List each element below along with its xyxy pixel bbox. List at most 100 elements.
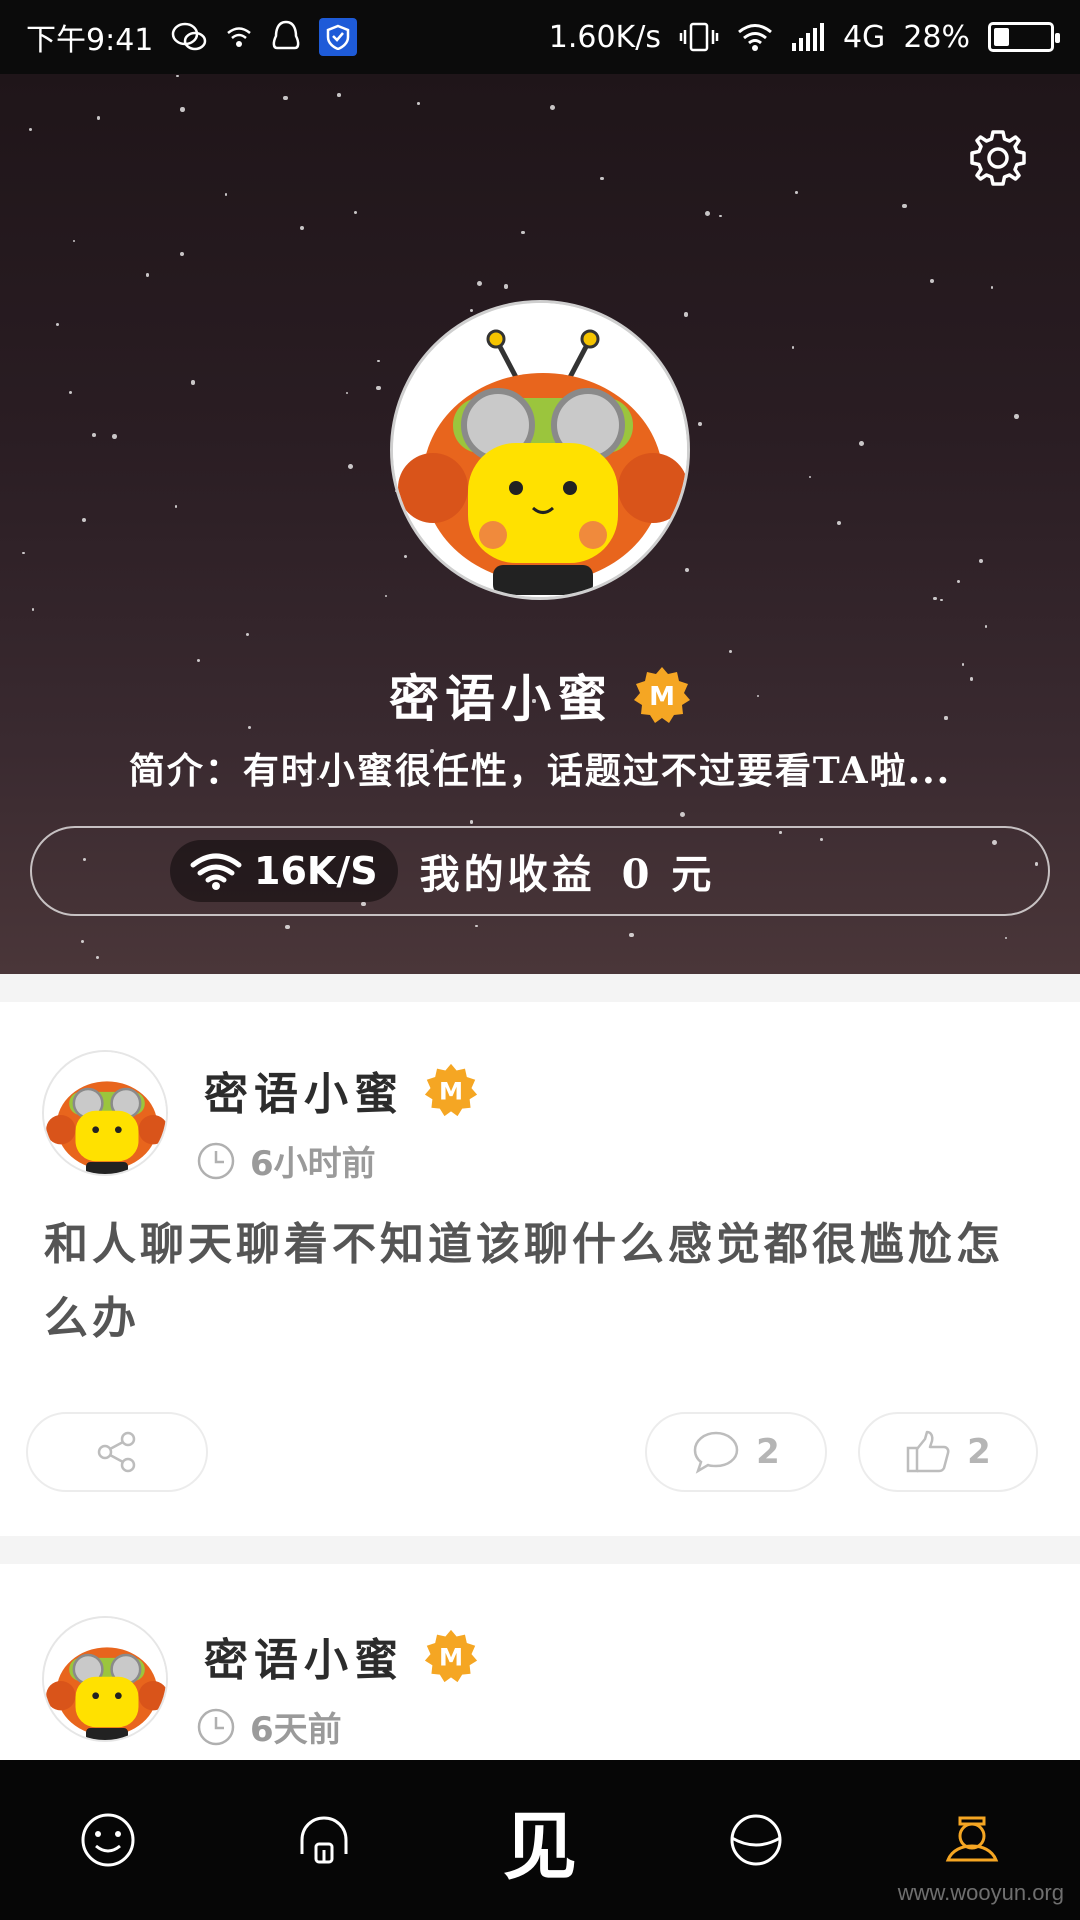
star-decoration xyxy=(476,281,482,286)
star-decoration xyxy=(68,390,73,394)
bottom-nav: 见 www.wooyun.org xyxy=(0,1760,1080,1920)
badge-letter: M xyxy=(439,1643,463,1671)
earnings-amount: 0 元 xyxy=(621,851,716,898)
thumbs-up-icon xyxy=(906,1430,950,1473)
star-decoration xyxy=(1014,414,1019,419)
battery-icon xyxy=(988,22,1060,52)
star-decoration xyxy=(1004,937,1007,940)
member-badge-icon: M xyxy=(424,1629,478,1683)
post-content[interactable]: 和人聊天聊着不知道该聊什么感觉都很尴尬怎么办 xyxy=(44,1208,1044,1356)
clock-icon xyxy=(196,1141,236,1181)
star-decoration xyxy=(384,595,387,598)
star-decoration xyxy=(31,608,35,612)
post-card[interactable]: 密语小蜜 M 6小时前 和人聊天聊着不知道该聊什么感觉都很尴尬怎么办 2 2 xyxy=(0,1002,1080,1536)
status-bar-right: 1.60K/s 4G 28% xyxy=(548,19,1060,55)
star-decoration xyxy=(902,203,907,209)
post-author-row: 密语小蜜 M xyxy=(204,1624,478,1688)
headphones-icon xyxy=(300,1816,348,1864)
star-decoration xyxy=(92,433,97,437)
profile-header: 密语小蜜 M 简介：有时小蜜很任性，话题过不过要看TA啦... 16K/S 我的… xyxy=(0,74,1080,974)
star-decoration xyxy=(956,579,960,584)
network-type: 4G xyxy=(842,19,886,55)
star-decoration xyxy=(377,359,381,363)
profile-avatar[interactable] xyxy=(390,300,690,600)
star-decoration xyxy=(336,93,341,97)
bee-mascot-image xyxy=(393,303,687,597)
star-decoration xyxy=(282,95,288,101)
star-decoration xyxy=(285,925,290,930)
post-time-row: 6小时前 xyxy=(196,1136,376,1185)
earnings-label: 我的收益 xyxy=(419,851,596,898)
star-decoration xyxy=(719,214,722,218)
nav-face-tab[interactable] xyxy=(48,1780,168,1900)
star-decoration xyxy=(475,924,478,927)
star-decoration xyxy=(683,312,689,317)
status-bar: 下午9:41 1.60K/s 4G 28% xyxy=(0,0,1080,74)
post-avatar[interactable] xyxy=(42,1050,168,1176)
star-decoration xyxy=(940,598,943,601)
signal-icon xyxy=(791,23,825,51)
star-decoration xyxy=(353,210,358,215)
nav-jian-tab[interactable]: 见 xyxy=(480,1780,600,1900)
star-decoration xyxy=(704,211,710,217)
post-author[interactable]: 密语小蜜 xyxy=(204,1058,404,1122)
post-time: 6小时前 xyxy=(250,1144,376,1184)
gear-icon[interactable] xyxy=(966,126,1030,190)
speed-chip: 16K/S xyxy=(170,840,398,902)
share-icon xyxy=(97,1431,136,1473)
post-time: 6天前 xyxy=(250,1710,342,1750)
star-decoration xyxy=(176,74,179,78)
shield-icon xyxy=(319,18,358,56)
star-decoration xyxy=(81,517,86,522)
battery-percent: 28% xyxy=(903,19,970,55)
earnings-bar[interactable]: 16K/S 我的收益 0 元 xyxy=(30,826,1050,916)
star-decoration xyxy=(930,278,935,283)
speed-value: 16K/S xyxy=(254,849,378,893)
star-decoration xyxy=(417,102,420,106)
planet-icon xyxy=(730,1814,782,1866)
profile-name-row: 密语小蜜 M xyxy=(0,659,1080,731)
star-decoration xyxy=(376,385,381,390)
wifi-speed-icon xyxy=(190,853,242,890)
face-icon xyxy=(81,1813,135,1867)
profile-bio: 简介：有时小蜜很任性，话题过不过要看TA啦... xyxy=(128,750,952,792)
star-decoration xyxy=(96,116,100,120)
post-author[interactable]: 密语小蜜 xyxy=(204,1624,404,1688)
star-decoration xyxy=(80,939,85,944)
star-decoration xyxy=(984,625,988,628)
star-decoration xyxy=(145,273,150,278)
comment-button[interactable]: 2 xyxy=(645,1412,827,1492)
share-button[interactable] xyxy=(26,1412,208,1492)
clock-icon xyxy=(196,1707,236,1747)
star-decoration xyxy=(728,649,732,653)
star-decoration xyxy=(55,322,60,327)
profile-icon xyxy=(945,1816,999,1862)
star-decoration xyxy=(600,176,604,181)
star-decoration xyxy=(809,475,812,478)
vibrate-icon xyxy=(679,22,719,52)
watermark: www.wooyun.org xyxy=(897,1880,1064,1905)
comment-icon xyxy=(693,1431,739,1474)
star-decoration xyxy=(180,107,185,112)
nav-planet-tab[interactable] xyxy=(696,1780,816,1900)
star-decoration xyxy=(403,554,407,558)
post-avatar[interactable] xyxy=(42,1616,168,1742)
net-speed: 1.60K/s xyxy=(548,19,661,55)
star-decoration xyxy=(791,345,795,349)
profile-name: 密语小蜜 xyxy=(389,669,613,728)
star-decoration xyxy=(991,286,994,289)
star-decoration xyxy=(22,552,25,555)
star-decoration xyxy=(190,380,196,385)
star-decoration xyxy=(629,932,634,937)
battery-fill xyxy=(994,28,1009,46)
star-decoration xyxy=(521,230,526,235)
star-decoration xyxy=(246,632,250,637)
star-decoration xyxy=(837,520,842,526)
like-button[interactable]: 2 xyxy=(858,1412,1038,1492)
bee-mascot-image xyxy=(44,1618,166,1740)
star-decoration xyxy=(29,127,33,131)
star-decoration xyxy=(225,193,228,196)
nav-listen-tab[interactable] xyxy=(264,1780,384,1900)
bee-mascot-image xyxy=(44,1052,166,1174)
post-card[interactable]: 密语小蜜 M 6天前 xyxy=(0,1564,1080,1760)
